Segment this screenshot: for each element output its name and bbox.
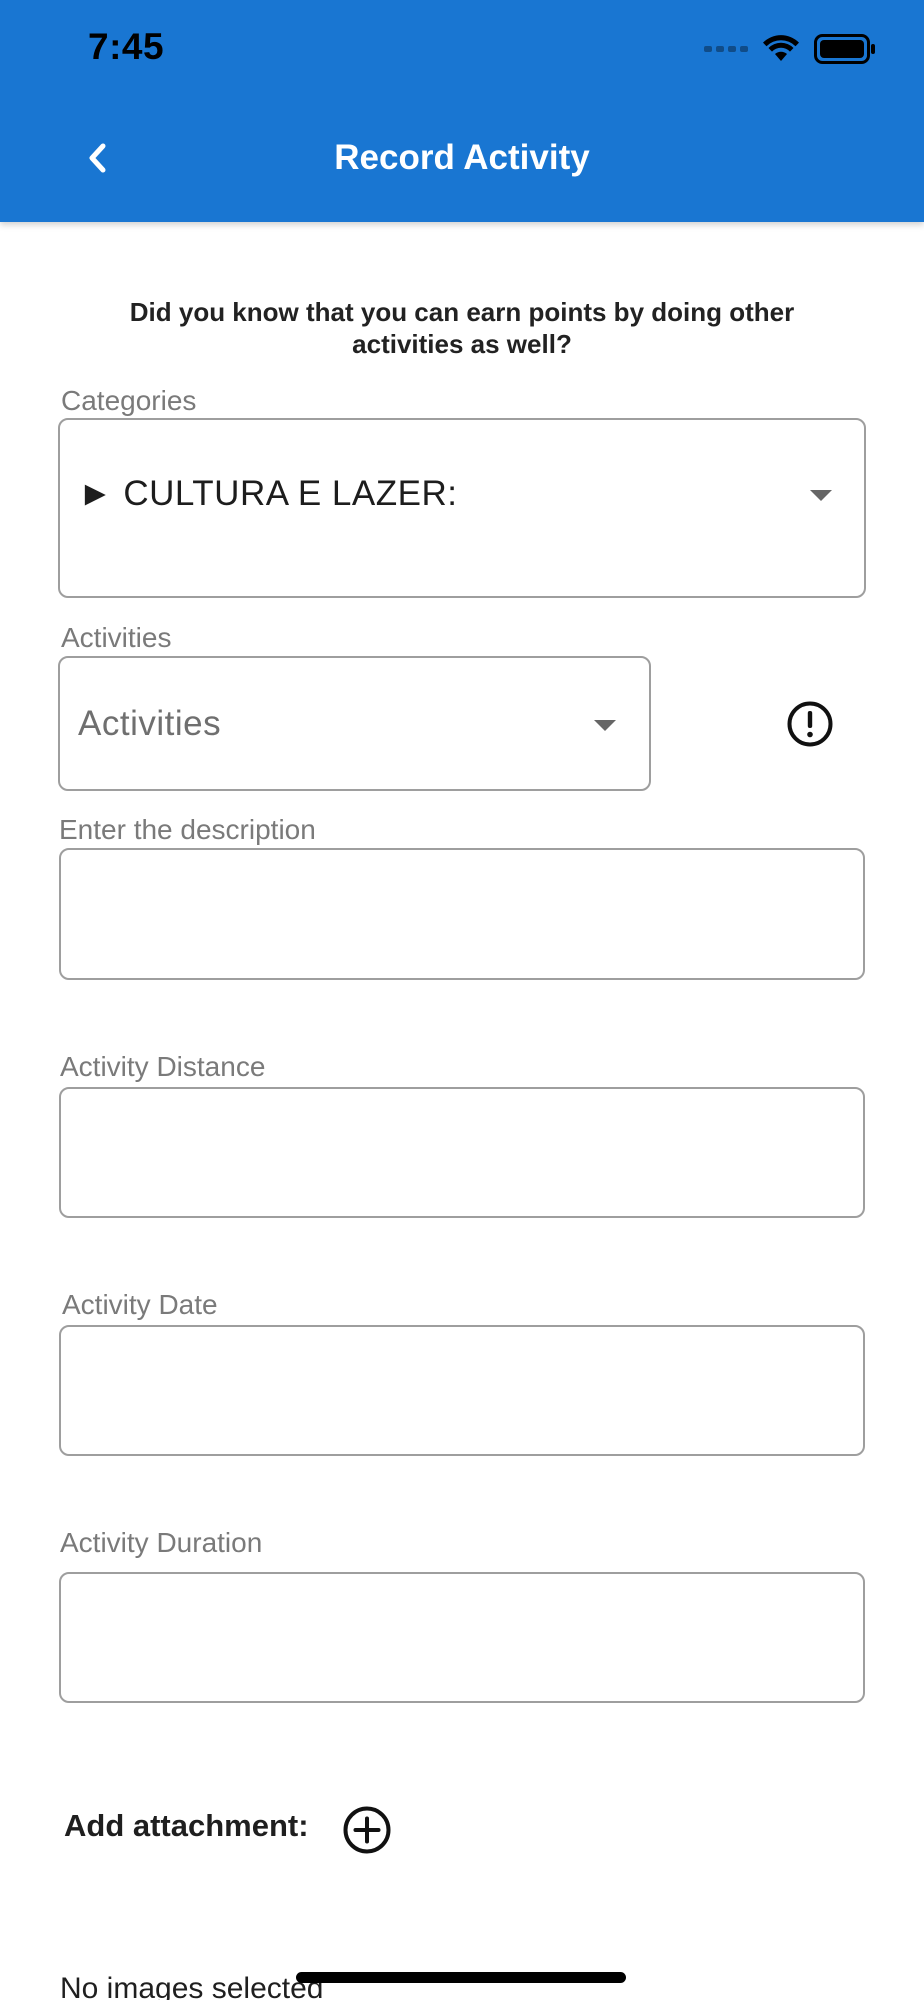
- record-activity-screen: 7:45 Record Activity Did you know that y…: [0, 0, 924, 2000]
- wifi-icon: [763, 35, 799, 61]
- date-input[interactable]: [59, 1325, 865, 1456]
- caret-down-icon: [810, 490, 832, 501]
- app-header: 7:45 Record Activity: [0, 0, 924, 222]
- status-time: 7:45: [88, 26, 165, 67]
- caret-down-icon: [594, 720, 616, 731]
- date-label: Activity Date: [62, 1289, 218, 1320]
- info-button[interactable]: [786, 700, 834, 748]
- battery-icon: [814, 34, 875, 64]
- add-attachment-label: Add attachment:: [64, 1808, 309, 1843]
- duration-label: Activity Duration: [60, 1527, 263, 1558]
- home-indicator: [296, 1972, 626, 1983]
- cellular-signal-icon: [704, 46, 748, 52]
- exclamation-circle-icon: [787, 701, 833, 747]
- distance-label: Activity Distance: [60, 1051, 266, 1082]
- description-input[interactable]: [59, 848, 865, 980]
- categories-label: Categories: [61, 385, 197, 416]
- distance-input[interactable]: [59, 1087, 865, 1218]
- activities-dropdown[interactable]: Activities: [58, 656, 651, 791]
- description-label: Enter the description: [59, 814, 316, 845]
- intro-text: Did you know that you can earn points by…: [129, 297, 795, 359]
- activities-label: Activities: [61, 622, 172, 653]
- categories-selected-value: ► CULTURA E LAZER:: [78, 474, 458, 513]
- duration-input[interactable]: [59, 1572, 865, 1703]
- page-title: Record Activity: [334, 138, 590, 177]
- categories-dropdown[interactable]: ► CULTURA E LAZER:: [58, 418, 866, 598]
- activities-placeholder: Activities: [78, 704, 222, 743]
- plus-circle-icon: [343, 1806, 391, 1854]
- status-icons: [704, 34, 876, 64]
- no-images-text: No images selected: [60, 1972, 324, 2000]
- add-attachment-button[interactable]: [342, 1805, 392, 1855]
